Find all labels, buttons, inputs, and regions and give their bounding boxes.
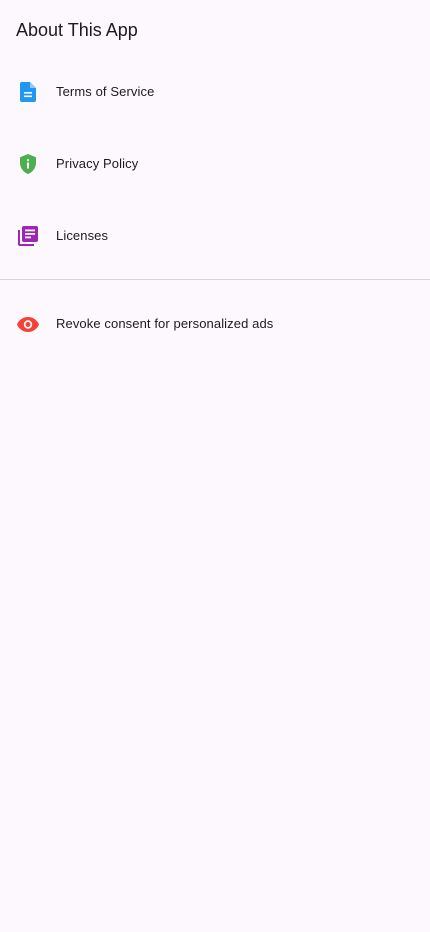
licenses-label: Licenses — [56, 228, 109, 243]
shield-info-icon — [16, 152, 40, 176]
privacy-policy-item[interactable]: Privacy Policy — [0, 140, 430, 188]
page-title: About This App — [16, 20, 138, 40]
terms-of-service-label: Terms of Service — [56, 84, 155, 99]
licenses-item[interactable]: Licenses — [0, 212, 430, 260]
privacy-policy-label: Privacy Policy — [56, 156, 139, 171]
document-icon — [16, 80, 40, 104]
revoke-consent-item[interactable]: Revoke consent for personalized ads — [0, 300, 430, 348]
eye-icon — [16, 312, 40, 336]
library-books-icon — [16, 224, 40, 248]
divider — [0, 279, 430, 280]
terms-of-service-item[interactable]: Terms of Service — [0, 68, 430, 116]
revoke-consent-label: Revoke consent for personalized ads — [56, 316, 274, 331]
